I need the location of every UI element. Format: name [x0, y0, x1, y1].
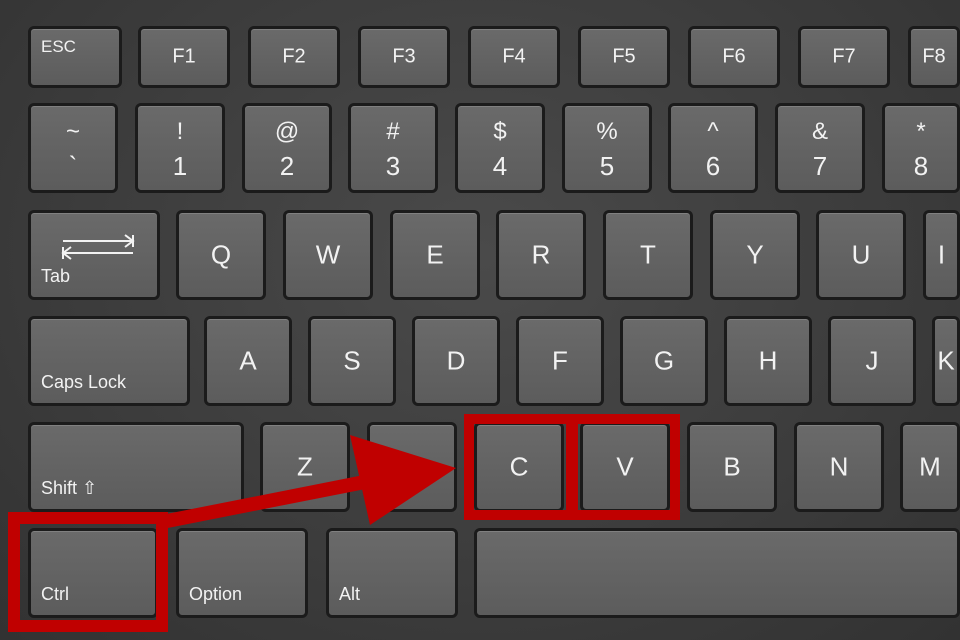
annotation-overlay [8, 414, 680, 632]
arrow-head [350, 435, 456, 525]
ctrl-highlight-box [8, 512, 168, 632]
